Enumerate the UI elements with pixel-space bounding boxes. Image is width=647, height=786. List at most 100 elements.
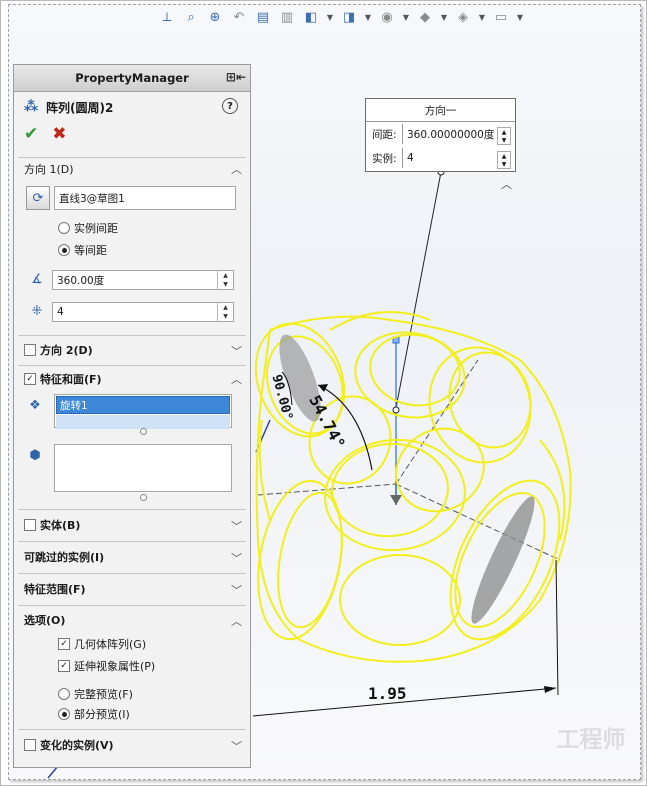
help-icon[interactable]: ? xyxy=(222,98,238,114)
full-preview-label: 完整预览(F) xyxy=(74,688,133,701)
circular-pattern-icon: ⁂ xyxy=(23,99,39,115)
options-header[interactable]: 选项(O) ︿ xyxy=(18,606,246,634)
equal-spacing-option[interactable]: 等间距 xyxy=(58,242,107,258)
bodies-group: 实体(B) ﹀ xyxy=(18,509,246,540)
callout-count-value: 4 xyxy=(407,152,414,164)
length-dimension[interactable]: 1.95 xyxy=(368,684,407,703)
geometry-pattern-option[interactable]: ✓ 几何体阵列(G) xyxy=(58,636,146,652)
partial-preview-radio[interactable] xyxy=(58,708,70,720)
watermark-text: 工程师 xyxy=(556,727,626,753)
ok-button[interactable]: ✔ xyxy=(24,124,38,144)
varying-instances-header[interactable]: 变化的实例(V) ﹀ xyxy=(18,730,246,760)
section-view-icon[interactable]: ▤ xyxy=(254,8,272,26)
full-preview-option[interactable]: 完整预览(F) xyxy=(58,686,133,702)
varying-instances-checkbox[interactable] xyxy=(24,739,36,751)
edit-appearance-icon[interactable]: ◆ xyxy=(416,8,434,26)
geometry-pattern-checkbox[interactable]: ✓ xyxy=(58,638,70,650)
features-faces-header[interactable]: ✓ 特征和面(F) ︿ xyxy=(18,366,246,392)
apply-scene-icon[interactable]: ◈ xyxy=(454,8,472,26)
callout-title: 方向一 xyxy=(366,99,515,122)
display-style-icon[interactable]: ◨ xyxy=(340,8,358,26)
chevron-down-icon[interactable]: ﹀ xyxy=(231,738,242,754)
direction1-group: 方向 1(D) ︿ ⟳ 直线3@草图1 实例间距 等间距 ∡ 360.00度 ▲… xyxy=(18,157,246,336)
instance-count-spinner[interactable]: ▲ ▼ xyxy=(217,303,233,321)
instance-count-icon: ⁜ xyxy=(31,303,43,319)
view-cube-icon[interactable]: ◧ xyxy=(302,8,320,26)
full-preview-radio[interactable] xyxy=(58,688,70,700)
direction2-header[interactable]: 方向 2(D) ﹀ xyxy=(18,336,246,364)
chevron-down-icon[interactable]: ▼ xyxy=(516,8,524,26)
callout-collapse-chevron-icon[interactable]: ︿ xyxy=(501,176,512,192)
features-list-resize-handle[interactable] xyxy=(140,428,147,435)
feature-title: 阵列(圆周)2 xyxy=(46,100,114,115)
equal-spacing-label: 等间距 xyxy=(74,244,107,257)
chevron-down-icon[interactable]: ﹀ xyxy=(231,582,242,598)
equal-spacing-radio[interactable] xyxy=(58,244,70,256)
previous-view-icon[interactable]: ↶ xyxy=(230,8,248,26)
callout-count-spinner[interactable]: ▲ ▼ xyxy=(497,151,511,169)
zoom-fit-icon[interactable]: ⌕ xyxy=(182,8,200,26)
cancel-button[interactable]: ✖ xyxy=(52,124,66,144)
skip-instances-title: 可跳过的实例(I) xyxy=(24,551,105,564)
chevron-down-icon[interactable]: ﹀ xyxy=(231,343,242,359)
chevron-up-icon[interactable]: ︿ xyxy=(231,161,242,177)
hide-show-icon[interactable]: ◉ xyxy=(378,8,396,26)
bodies-checkbox[interactable] xyxy=(24,519,36,531)
callout-spacing-spinner[interactable]: ▲ ▼ xyxy=(497,127,511,145)
direction1-header[interactable]: 方向 1(D) ︿ xyxy=(18,158,246,180)
varying-instances-title: 变化的实例(V) xyxy=(40,739,114,752)
pm-title: PropertyManager xyxy=(75,71,189,85)
chevron-down-icon[interactable]: ▼ xyxy=(364,8,372,26)
bodies-header[interactable]: 实体(B) ﹀ xyxy=(18,510,246,540)
chevron-down-icon[interactable]: ▼ xyxy=(478,8,486,26)
chevron-down-icon[interactable]: ﹀ xyxy=(231,550,242,566)
faces-list[interactable] xyxy=(54,444,232,492)
callout-spacing-field[interactable]: 360.00000000度 ▲ ▼ xyxy=(402,124,515,145)
heads-up-toolbar: ⟂ ⌕ ⊕ ↶ ▤ ▥ ◧ ▼ ◨ ▼ ◉ ▼ ◆ ▼ ◈ ▼ ▭ ▼ xyxy=(158,6,524,28)
selected-feature-label: 旋转1 xyxy=(60,399,88,412)
options-title: 选项(O) xyxy=(24,614,66,627)
instance-spacing-label: 实例间距 xyxy=(74,222,118,235)
partial-preview-label: 部分预览(I) xyxy=(74,708,130,721)
features-faces-group: ✓ 特征和面(F) ︿ ❖ 旋转1 ⬢ xyxy=(18,365,246,516)
direction1-title: 方向 1(D) xyxy=(24,163,74,176)
instance-count-field[interactable]: 4 ▲ ▼ xyxy=(52,302,234,322)
pattern-axis-field[interactable]: 直线3@草图1 xyxy=(54,186,236,210)
callout-count-field[interactable]: 4 ▲ ▼ xyxy=(402,148,515,169)
direction-callout: 方向一 间距: 360.00000000度 ▲ ▼ 实例: 4 ▲ ▼ xyxy=(365,98,516,172)
propagate-visual-option[interactable]: ✓ 延伸视象属性(P) xyxy=(58,658,155,674)
partial-preview-option[interactable]: 部分预览(I) xyxy=(58,706,130,722)
propagate-visual-label: 延伸视象属性(P) xyxy=(74,660,156,673)
pattern-axis-value: 直线3@草图1 xyxy=(59,192,125,205)
pin-icon[interactable]: ⊞⇤ xyxy=(226,70,246,84)
chevron-down-icon[interactable]: ▼ xyxy=(440,8,448,26)
chevron-up-icon[interactable]: ︿ xyxy=(231,371,242,387)
zoom-area-icon[interactable]: ⊕ xyxy=(206,8,224,26)
view-settings-icon[interactable]: ▭ xyxy=(492,8,510,26)
dynamic-annotation-icon[interactable]: ▥ xyxy=(278,8,296,26)
instance-count-value: 4 xyxy=(57,306,64,318)
callout-spacing-value: 360.00000000度 xyxy=(407,128,495,141)
angle-spinner[interactable]: ▲ ▼ xyxy=(217,271,233,289)
instance-spacing-radio[interactable] xyxy=(58,222,70,234)
selected-feature-item[interactable]: 旋转1 xyxy=(56,396,230,414)
angle-field[interactable]: 360.00度 ▲ ▼ xyxy=(52,270,234,290)
features-faces-checkbox[interactable]: ✓ xyxy=(24,373,36,385)
direction2-checkbox[interactable] xyxy=(24,344,36,356)
features-list-empty-row xyxy=(56,415,230,429)
chevron-down-icon[interactable]: ▼ xyxy=(402,8,410,26)
bodies-title: 实体(B) xyxy=(40,519,81,532)
faces-list-resize-handle[interactable] xyxy=(140,494,147,501)
feature-scope-title: 特征范围(F) xyxy=(24,583,86,596)
chevron-down-icon[interactable]: ﹀ xyxy=(231,518,242,534)
reverse-direction-button[interactable]: ⟳ xyxy=(26,186,50,210)
chevron-up-icon[interactable]: ︿ xyxy=(231,613,242,629)
instance-spacing-option[interactable]: 实例间距 xyxy=(58,220,118,236)
chevron-down-icon[interactable]: ▼ xyxy=(326,8,334,26)
feature-scope-header[interactable]: 特征范围(F) ﹀ xyxy=(18,574,246,604)
feature-scope-group: 特征范围(F) ﹀ xyxy=(18,573,246,604)
view-orientation-icon[interactable]: ⟂ xyxy=(158,8,176,26)
skip-instances-header[interactable]: 可跳过的实例(I) ﹀ xyxy=(18,542,246,572)
propagate-visual-checkbox[interactable]: ✓ xyxy=(58,660,70,672)
features-list[interactable]: 旋转1 xyxy=(54,394,232,429)
